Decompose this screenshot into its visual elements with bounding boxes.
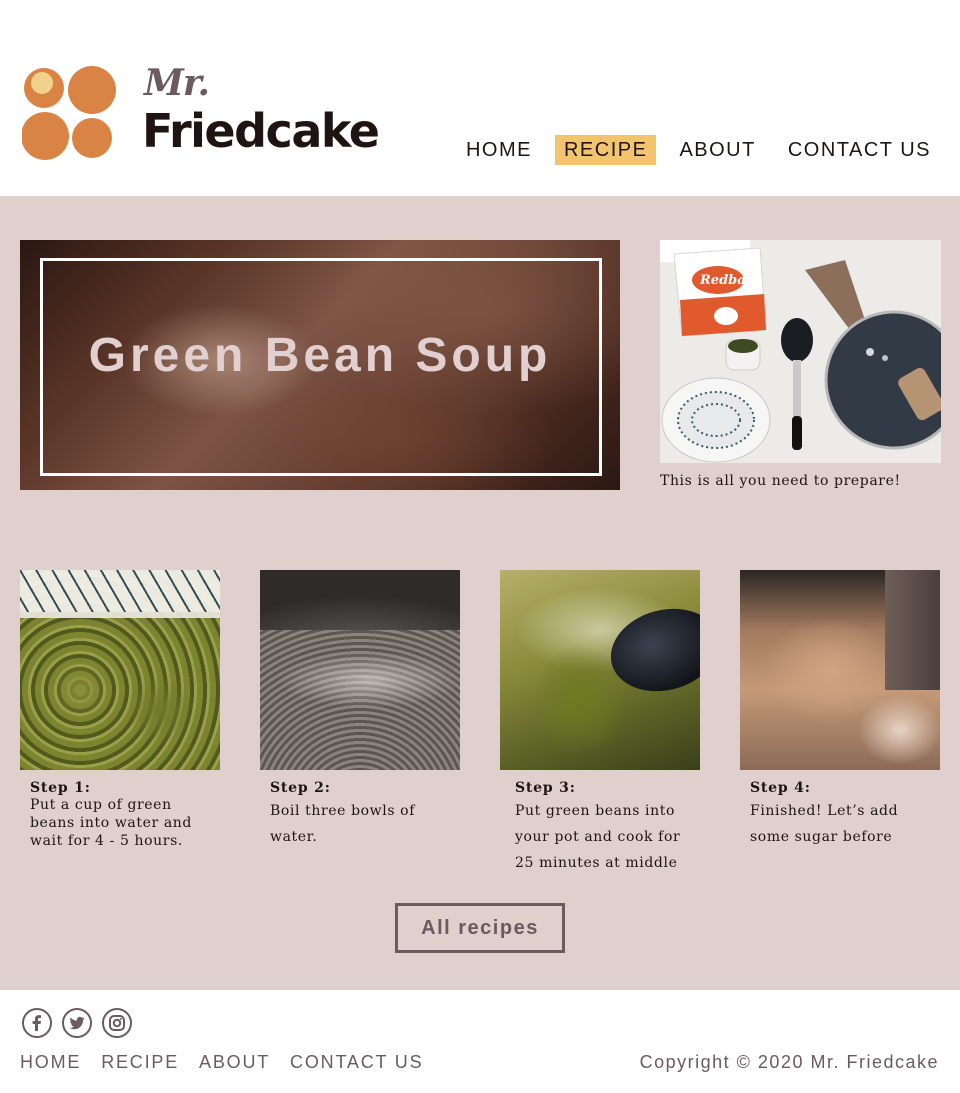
step-line: some sugar before bbox=[750, 829, 893, 845]
step-line: Finished! Let’s add bbox=[750, 803, 899, 819]
step-line: Put green beans into bbox=[515, 803, 675, 819]
nav-about[interactable]: ABOUT bbox=[670, 135, 764, 165]
step-photo bbox=[740, 570, 940, 770]
footer-link-recipe[interactable]: RECIPE bbox=[101, 1052, 179, 1073]
step-title: Step 2: bbox=[270, 780, 331, 796]
step-title: Step 1: bbox=[30, 780, 91, 796]
footer-link-contact-us[interactable]: CONTACT US bbox=[290, 1052, 423, 1073]
step-description: Put green beans into your pot and cook f… bbox=[500, 798, 690, 876]
all-recipes-button[interactable]: All recipes bbox=[395, 903, 565, 953]
svg-text:Redbath: Redbath bbox=[699, 273, 761, 288]
nav-recipe[interactable]: RECIPE bbox=[554, 135, 657, 165]
step-description: Boil three bowls of water. bbox=[260, 798, 450, 850]
step-card: Step 1: Put a cup of green beans into wa… bbox=[20, 570, 220, 850]
instagram-icon[interactable] bbox=[102, 1008, 132, 1038]
ingredients-photo: Redbath bbox=[660, 240, 941, 463]
step-photo bbox=[20, 570, 220, 770]
spoon bbox=[601, 597, 700, 703]
step-line: your pot and cook for bbox=[515, 829, 681, 845]
logo-mark[interactable] bbox=[22, 66, 116, 160]
footer-link-about[interactable]: ABOUT bbox=[199, 1052, 270, 1073]
step-description: Put a cup of green beans into water and … bbox=[20, 796, 210, 850]
social-links bbox=[22, 1008, 132, 1038]
site-footer: HOME RECIPE ABOUT CONTACT US Copyright ©… bbox=[0, 990, 960, 1093]
brand-prefix: Mr. bbox=[144, 62, 210, 104]
step-line: 25 minutes at middle bbox=[515, 855, 678, 871]
main-nav: HOME RECIPE ABOUT CONTACT US bbox=[457, 135, 940, 165]
step-line: Put a cup of green bbox=[30, 797, 172, 813]
site-header: Mr. Friedcake HOME RECIPE ABOUT CONTACT … bbox=[0, 0, 960, 196]
hero-banner: Green Bean Soup bbox=[20, 240, 620, 490]
step-line: beans into water and bbox=[30, 815, 192, 831]
bowl-rim bbox=[20, 570, 220, 618]
footer-nav: HOME RECIPE ABOUT CONTACT US bbox=[20, 1052, 423, 1073]
facebook-icon[interactable] bbox=[22, 1008, 52, 1038]
step-photo bbox=[260, 570, 460, 770]
footer-link-home[interactable]: HOME bbox=[20, 1052, 81, 1073]
step-card: Step 4: Finished! Let’s add some sugar b… bbox=[740, 570, 940, 850]
recipe-title: Green Bean Soup bbox=[88, 329, 552, 382]
step-line: wait for 4 - 5 hours. bbox=[30, 833, 183, 849]
step-card: Step 3: Put green beans into your pot an… bbox=[500, 570, 700, 876]
brand-name[interactable]: Friedcake bbox=[142, 104, 380, 158]
pot-edge bbox=[260, 570, 460, 630]
twitter-icon[interactable] bbox=[62, 1008, 92, 1038]
step-title: Step 3: bbox=[515, 780, 576, 796]
ingredients-caption: This is all you need to prepare! bbox=[660, 473, 901, 489]
ladle bbox=[885, 570, 940, 690]
step-photo bbox=[500, 570, 700, 770]
step-line: water. bbox=[270, 829, 318, 845]
recipe-main: Green Bean Soup Redbath This is all you … bbox=[0, 196, 960, 990]
step-title: Step 4: bbox=[750, 780, 811, 796]
nav-contact-us[interactable]: CONTACT US bbox=[779, 135, 940, 165]
step-line: Boil three bowls of bbox=[270, 803, 415, 819]
step-description: Finished! Let’s add some sugar before bbox=[740, 798, 930, 850]
nav-home[interactable]: HOME bbox=[457, 135, 541, 165]
step-card: Step 2: Boil three bowls of water. bbox=[260, 570, 460, 850]
copyright-text: Copyright © 2020 Mr. Friedcake bbox=[639, 1052, 939, 1072]
